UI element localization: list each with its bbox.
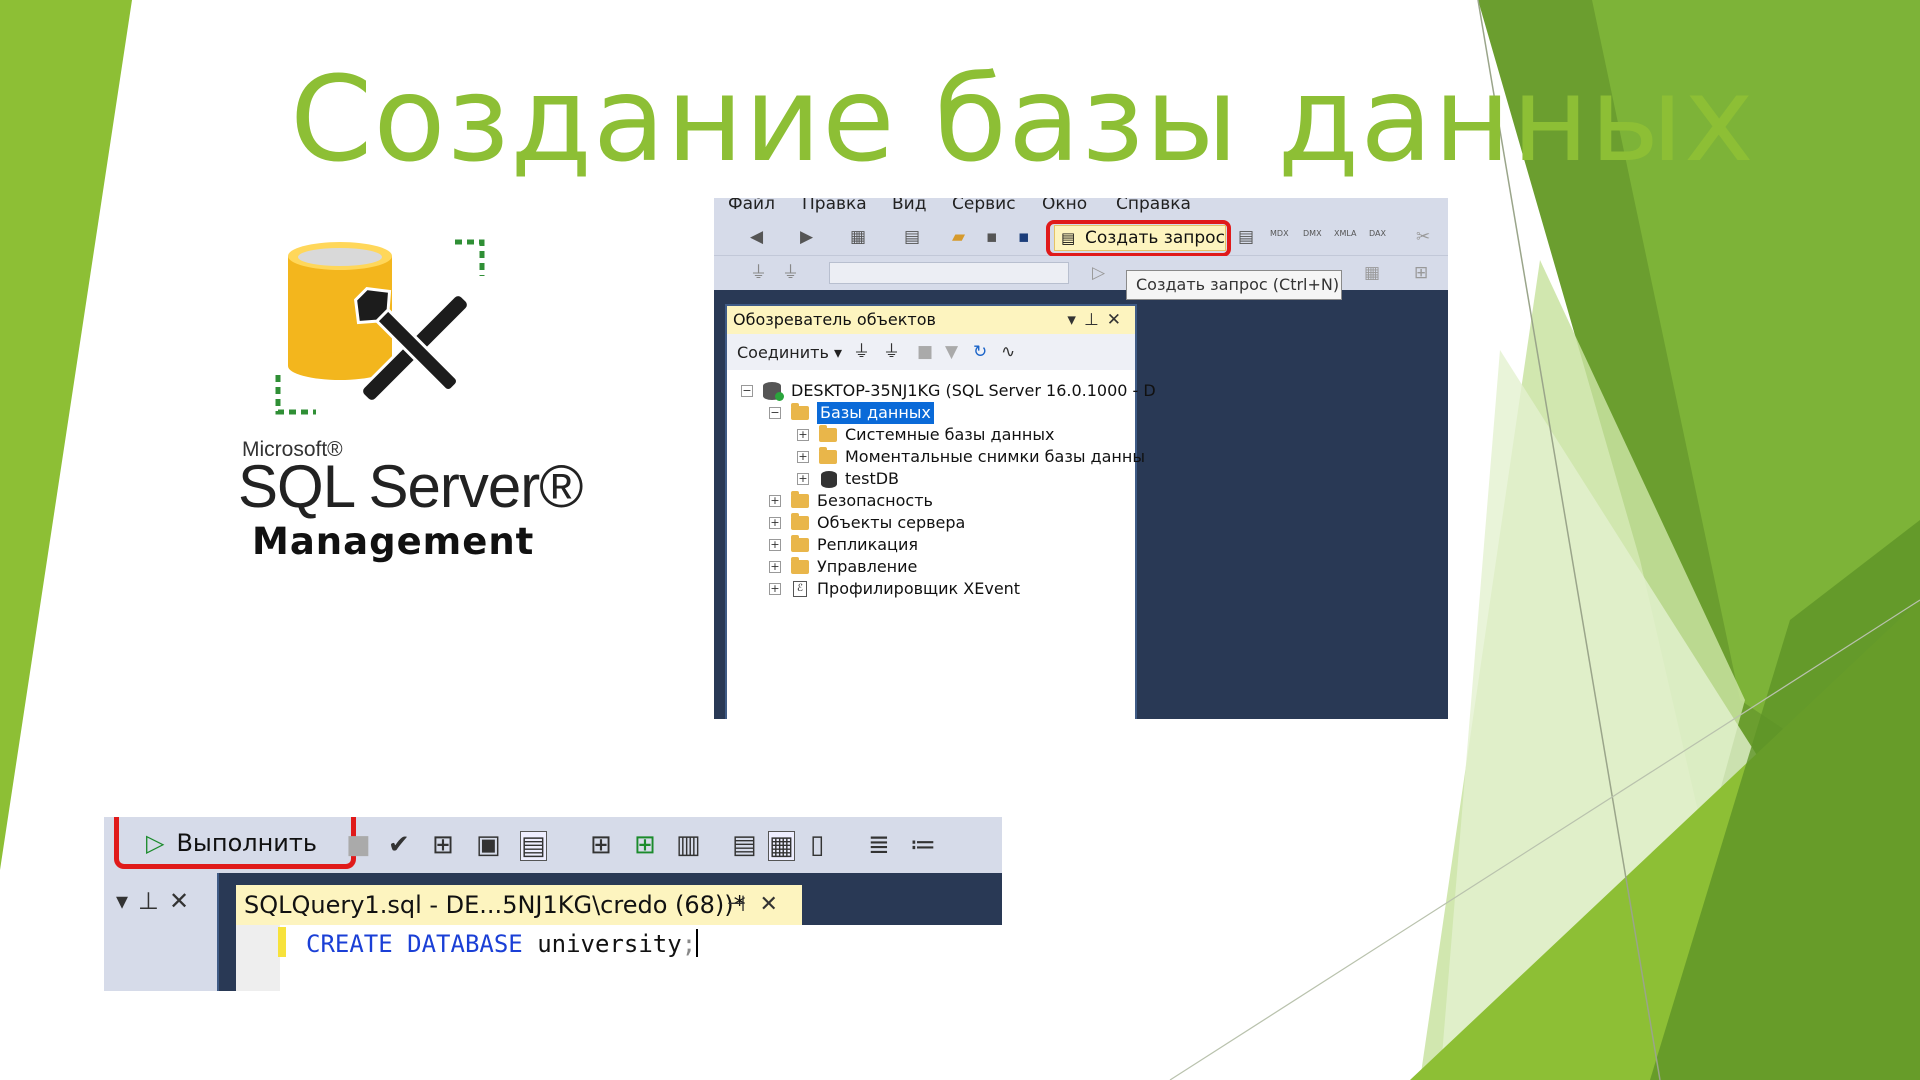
sql-keyword-database: DATABASE <box>407 930 523 958</box>
activity-monitor-icon[interactable]: ∿ <box>1001 342 1015 362</box>
expand-icon[interactable]: + <box>797 473 809 485</box>
server-icon <box>763 382 784 401</box>
query-toolbar: ▷ Выполнить ■ ✔ ⊞ ▣ ▤ ⊞ ⊞ ▥ ▤ ▦ ▯ ≣ ≔ <box>104 817 1002 873</box>
client-stats-icon[interactable]: ▥ <box>676 831 701 859</box>
grid-icon[interactable]: ⊞ <box>1414 263 1428 283</box>
dax-query-icon[interactable]: DAX <box>1369 224 1386 244</box>
menu-window[interactable]: Окно <box>1042 198 1087 214</box>
expand-icon[interactable]: + <box>769 561 781 573</box>
open-icon[interactable]: ▰ <box>952 227 965 247</box>
sql-server-logo: Microsoft® SQL Server® Management <box>230 230 583 570</box>
collapse-icon[interactable]: − <box>769 407 781 419</box>
object-explorer: Обозреватель объектов ▾⊥✕ Соединить ▾ ⏚ … <box>725 304 1156 719</box>
results-icon[interactable]: ▦ <box>1364 263 1380 283</box>
query-designer-icon[interactable]: ▣ <box>476 831 501 859</box>
database-combo[interactable] <box>829 262 1069 284</box>
folder-icon <box>791 513 809 530</box>
menu-edit[interactable]: Правка <box>802 198 867 214</box>
disconnect-plug-icon[interactable]: ⏚ <box>883 342 900 362</box>
results-to-text-icon[interactable]: ▤ <box>732 831 757 859</box>
new-project-icon[interactable]: ▦ <box>850 227 866 247</box>
stop-icon[interactable]: ■ <box>346 831 371 859</box>
expand-icon[interactable]: + <box>769 539 781 551</box>
query-tab-label: SQLQuery1.sql - DE...5NJ1KG\credo (68))* <box>244 891 746 919</box>
query-window: ▷ Выполнить ■ ✔ ⊞ ▣ ▤ ⊞ ⊞ ▥ ▤ ▦ ▯ ≣ ≔ ▾⊥✕… <box>104 817 1002 991</box>
forward-icon[interactable]: ▶ <box>800 227 813 247</box>
object-explorer-toolbar: Соединить ▾ ⏚ ⏚ ■ ▼ ↻ ∿ <box>727 334 1135 370</box>
pane-controls[interactable]: ▾⊥✕ <box>116 887 199 915</box>
results-to-file-icon[interactable]: ▯ <box>810 831 824 859</box>
folder-icon <box>791 557 809 574</box>
folder-icon <box>819 447 837 464</box>
collapse-icon[interactable]: − <box>741 385 753 397</box>
connect-icon[interactable]: ⏚ <box>750 263 767 283</box>
refresh-icon[interactable]: ↻ <box>973 342 987 362</box>
intellisense-icon[interactable]: ▤ <box>520 831 547 861</box>
expand-icon[interactable]: + <box>769 517 781 529</box>
cut-icon[interactable]: ✂ <box>1416 227 1430 247</box>
logo-subtitle: Management <box>252 520 535 563</box>
expand-icon[interactable]: + <box>797 429 809 441</box>
expand-icon[interactable]: + <box>797 451 809 463</box>
comment-icon[interactable]: ≣ <box>868 831 890 859</box>
folder-icon <box>819 425 837 442</box>
xevent-icon: ℰ <box>793 581 807 597</box>
sql-keyword-create: CREATE <box>306 930 393 958</box>
object-explorer-title-text: Обозреватель объектов <box>733 310 936 329</box>
dmx-query-icon[interactable]: DMX <box>1303 224 1322 244</box>
query-tab[interactable]: SQLQuery1.sql - DE...5NJ1KG\credo (68))*… <box>236 885 802 925</box>
pane-controls[interactable]: ▾⊥✕ <box>1067 306 1129 334</box>
editor-gutter <box>236 925 286 991</box>
folder-icon <box>791 491 809 508</box>
execute-icon[interactable]: ▷ <box>1092 263 1105 283</box>
text-caret <box>696 929 699 957</box>
results-to-grid-icon[interactable]: ▦ <box>768 831 795 861</box>
parse-check-icon[interactable]: ✔ <box>388 831 410 859</box>
live-stats-icon[interactable]: ⊞ <box>634 831 656 859</box>
left-pane: ▾⊥✕ <box>104 873 219 991</box>
back-icon[interactable]: ◀ <box>750 227 763 247</box>
display-plan-icon[interactable]: ⊞ <box>432 831 454 859</box>
menu-file[interactable]: Файл <box>728 198 775 214</box>
sql-db-name: university <box>537 930 682 958</box>
menu-help[interactable]: Справка <box>1116 198 1191 214</box>
sql-semicolon: ; <box>681 930 697 958</box>
expand-icon[interactable]: + <box>769 495 781 507</box>
left-green-shape <box>0 0 132 870</box>
highlight-execute <box>114 817 356 869</box>
object-explorer-title: Обозреватель объектов ▾⊥✕ <box>727 306 1135 334</box>
expand-icon[interactable]: + <box>769 583 781 595</box>
sql-code[interactable]: CREATE DATABASE university; <box>306 929 699 958</box>
folder-icon <box>791 535 809 552</box>
disconnect-icon[interactable]: ⏚ <box>782 263 799 283</box>
document-icon[interactable]: ▤ <box>1238 227 1254 247</box>
highlight-new-query <box>1046 220 1231 257</box>
logo-product-text: SQL Server® <box>238 453 583 520</box>
ssms-window: Файл Правка Вид Сервис Окно Справка ◀ ▶ … <box>714 198 1448 719</box>
xmla-query-icon[interactable]: XMLA <box>1334 224 1357 244</box>
connect-dropdown[interactable]: Соединить ▾ <box>737 343 842 362</box>
folder-icon <box>791 403 809 420</box>
save-all-icon[interactable]: ▪ <box>1018 227 1030 247</box>
new-query-tooltip: Создать запрос (Ctrl+N) <box>1126 270 1342 300</box>
menu-tools[interactable]: Сервис <box>952 198 1016 214</box>
menu-bar: Файл Правка Вид Сервис Окно Справка <box>714 198 1448 218</box>
query-editor[interactable]: CREATE DATABASE university; <box>236 925 1002 991</box>
uncomment-icon[interactable]: ≔ <box>910 831 936 859</box>
filter-icon[interactable]: ▼ <box>945 342 958 362</box>
slide-title: Создание базы данных <box>290 50 1755 188</box>
include-plan-icon[interactable]: ⊞ <box>590 831 612 859</box>
menu-view[interactable]: Вид <box>892 198 926 214</box>
add-item-icon[interactable]: ▤ <box>904 227 920 247</box>
database-tools-icon <box>275 239 485 415</box>
main-toolbar: ◀ ▶ ▦ ▤ ▰ ▪ ▪ ▤ Создать запрос ▤ MDX DMX… <box>714 218 1448 257</box>
database-icon <box>821 471 837 488</box>
stop-icon[interactable]: ■ <box>917 342 933 362</box>
connect-plug-icon[interactable]: ⏚ <box>853 342 870 362</box>
save-icon[interactable]: ▪ <box>986 227 998 247</box>
tab-controls[interactable]: ⊣✕ <box>726 885 792 925</box>
mdx-query-icon[interactable]: MDX <box>1270 224 1289 244</box>
